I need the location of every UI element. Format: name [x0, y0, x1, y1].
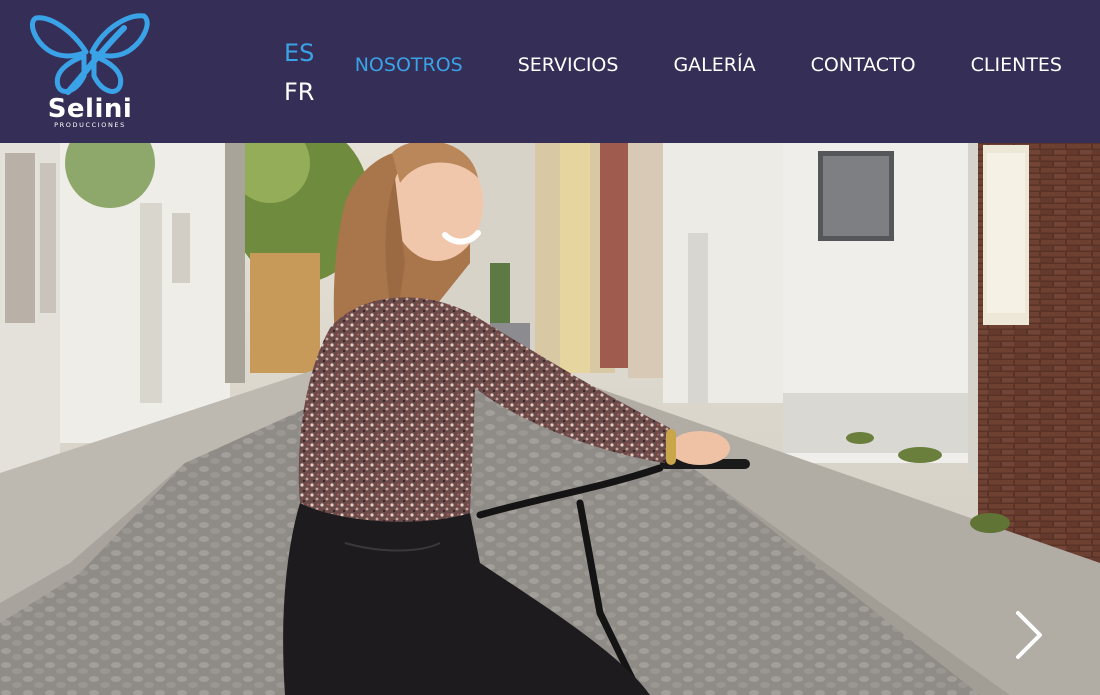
- hero-slider: [0, 143, 1100, 695]
- site-header: Selini PRODUCCIONES ES FR NOSOTROS SERVI…: [0, 0, 1100, 143]
- hero-next-button[interactable]: [1006, 609, 1050, 661]
- brand-logo[interactable]: Selini PRODUCCIONES: [28, 10, 152, 132]
- page: Selini PRODUCCIONES ES FR NOSOTROS SERVI…: [0, 0, 1100, 695]
- nav-item-contacto[interactable]: CONTACTO: [811, 52, 916, 78]
- main-nav: NOSOTROS SERVICIOS GALERÍA CONTACTO CLIE…: [355, 52, 1062, 78]
- language-switcher: ES FR: [284, 34, 324, 112]
- language-es-link[interactable]: ES: [284, 34, 324, 73]
- chevron-right-icon: [1016, 611, 1042, 659]
- nav-item-galeria[interactable]: GALERÍA: [673, 52, 755, 78]
- brand-name: Selini: [47, 94, 133, 124]
- brand-tagline: PRODUCCIONES: [54, 121, 126, 129]
- nav-item-clientes[interactable]: CLIENTES: [971, 52, 1062, 78]
- hero-image: [0, 143, 1100, 695]
- language-fr-link[interactable]: FR: [284, 73, 324, 112]
- nav-item-servicios[interactable]: SERVICIOS: [518, 52, 619, 78]
- nav-item-nosotros[interactable]: NOSOTROS: [355, 52, 463, 78]
- butterfly-icon: [30, 13, 150, 95]
